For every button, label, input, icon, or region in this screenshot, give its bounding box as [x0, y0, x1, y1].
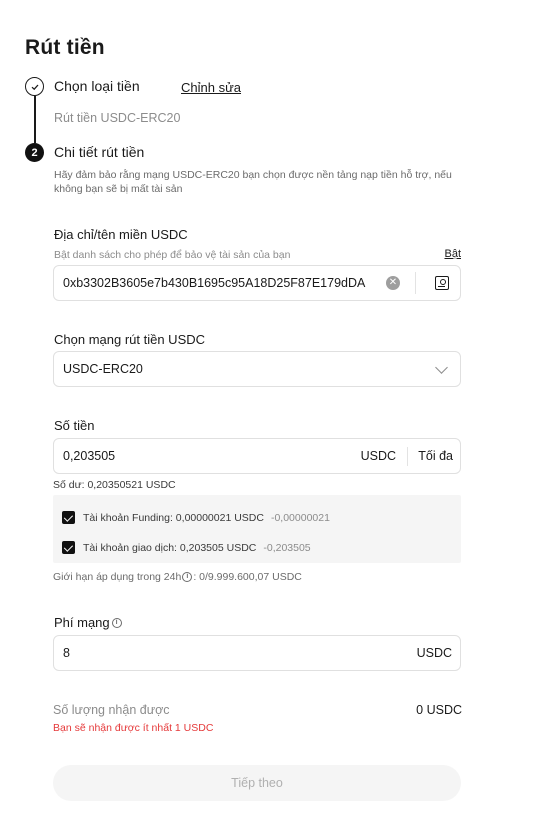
- network-notice: Hãy đảm bảo rằng mạng USDC-ERC20 bạn chọ…: [54, 169, 452, 195]
- amount-value: 0,203505: [63, 449, 116, 463]
- whitelist-hint: Bật danh sách cho phép để bảo vệ tài sản…: [54, 249, 291, 261]
- divider: [415, 272, 416, 294]
- balance-text: Số dư: 0,20350521 USDC: [53, 479, 176, 491]
- receive-label: Số lượng nhận được: [53, 703, 170, 717]
- withdraw-limit: Giới hạn áp dụng trong 24h i : 0/9.999.6…: [53, 571, 302, 583]
- trading-account-option[interactable]: Tài khoản giao dịch: 0,203505 USDC -0,20…: [62, 541, 311, 554]
- funding-account-delta: -0,00000021: [270, 511, 330, 524]
- next-button[interactable]: Tiếp theo: [53, 765, 461, 801]
- address-book-icon[interactable]: [435, 276, 449, 290]
- trading-account-delta: -0,203505: [263, 541, 311, 554]
- network-label: Chọn mạng rút tiền USDC: [54, 332, 206, 347]
- info-icon[interactable]: i: [111, 617, 122, 628]
- page-title: Rút tiền: [25, 36, 105, 59]
- funding-account-label: Tài khoản Funding: 0,00000021 USDC: [83, 511, 264, 524]
- address-value: 0xb3302B3605e7b430B1695c95A18D25F87E179d…: [63, 276, 366, 290]
- network-select[interactable]: USDC-ERC20: [53, 351, 461, 387]
- limit-prefix: Giới hạn áp dụng trong 24h: [53, 571, 182, 583]
- clear-icon[interactable]: ✕: [386, 276, 400, 290]
- receive-value: 0 USDC: [416, 703, 462, 717]
- fee-label: Phí mạng: [54, 615, 110, 630]
- fee-value: 8: [63, 646, 70, 660]
- fee-unit: USDC: [416, 646, 452, 660]
- limit-value: : 0/9.999.600,07 USDC: [193, 571, 302, 583]
- amount-unit: USDC: [360, 449, 396, 463]
- address-input[interactable]: 0xb3302B3605e7b430B1695c95A18D25F87E179d…: [53, 265, 461, 301]
- step2-number: 2: [25, 143, 44, 162]
- info-icon[interactable]: i: [182, 572, 193, 582]
- whitelist-enable-link[interactable]: Bật: [444, 248, 461, 260]
- divider: [407, 447, 408, 466]
- amount-input[interactable]: 0,203505 USDC Tối đa: [53, 438, 461, 474]
- max-button[interactable]: Tối đa: [418, 449, 453, 463]
- edit-currency-link[interactable]: Chỉnh sửa: [181, 80, 241, 95]
- trading-account-label: Tài khoản giao dịch: 0,203505 USDC: [83, 541, 257, 554]
- fee-input: 8 USDC: [53, 635, 461, 671]
- stepper-connector: [34, 96, 36, 143]
- amount-label: Số tiền: [54, 418, 95, 433]
- account-sources: Tài khoản Funding: 0,00000021 USDC -0,00…: [53, 495, 461, 563]
- step1-label: Chọn loại tiền: [54, 78, 140, 94]
- checkbox-checked-icon[interactable]: [62, 541, 75, 554]
- fee-label-row: Phí mạng i: [54, 615, 123, 630]
- step1-check-icon: [25, 77, 44, 96]
- address-label: Địa chỉ/tên miền USDC: [54, 227, 188, 242]
- funding-account-option[interactable]: Tài khoản Funding: 0,00000021 USDC -0,00…: [62, 511, 330, 524]
- selected-currency: Rút tiền USDC-ERC20: [54, 111, 181, 125]
- receive-warning: Bạn sẽ nhận được ít nhất 1 USDC: [53, 722, 214, 734]
- network-selected-value: USDC-ERC20: [63, 362, 143, 376]
- checkbox-checked-icon[interactable]: [62, 511, 75, 524]
- chevron-down-icon: [435, 361, 448, 374]
- step2-label: Chi tiết rút tiền: [54, 144, 145, 160]
